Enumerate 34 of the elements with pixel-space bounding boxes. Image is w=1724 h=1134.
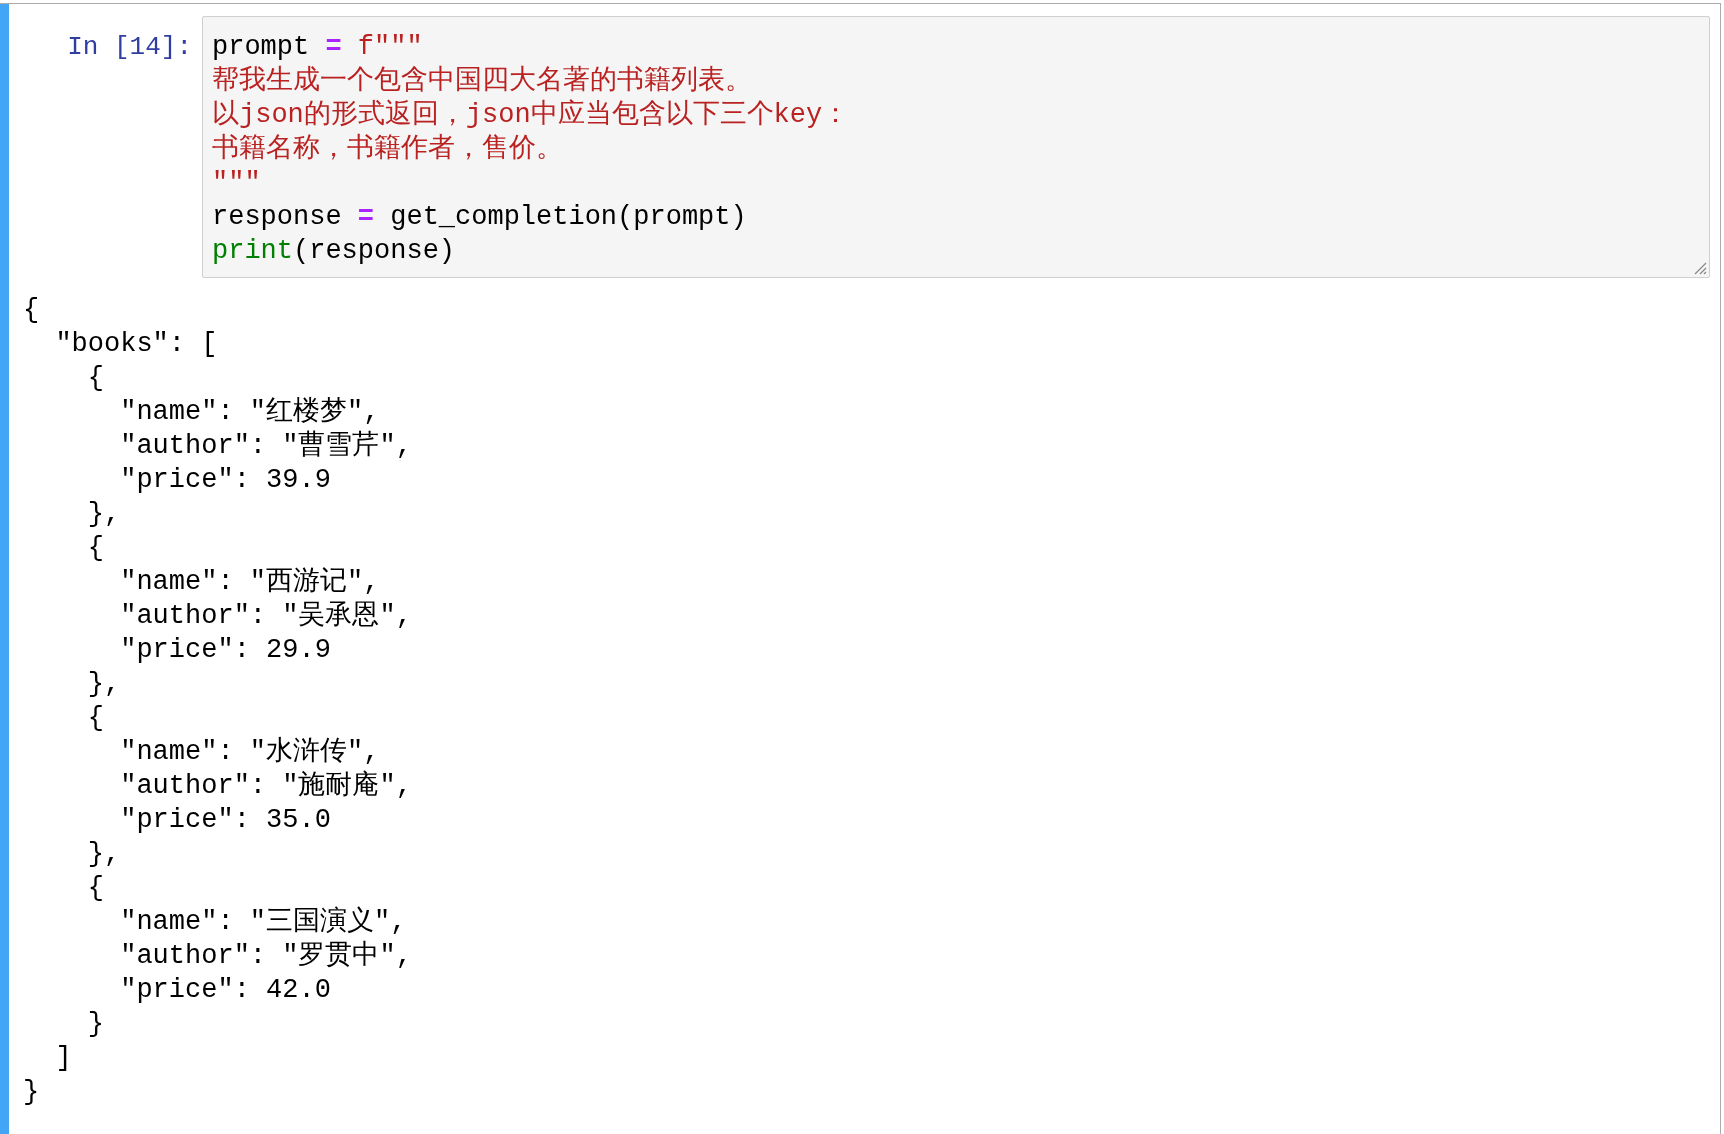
output-line: "price": 29.9 [119, 634, 332, 667]
output-line: { [86, 702, 105, 735]
output-line: "price": 39.9 [119, 464, 332, 497]
output-line: }, [86, 498, 122, 531]
output-line: "name": "三国演义", [119, 905, 408, 939]
code-line: response = get_completion(prompt) [212, 201, 748, 234]
output-line: "author": "罗贯中", [119, 939, 413, 973]
output-line: { [86, 362, 105, 395]
code-line: 帮我生成一个包含中国四大名著的书籍列表。 [212, 64, 753, 98]
code-line: """ [212, 167, 262, 200]
code-line: print(response) [212, 235, 457, 268]
output-line: } [86, 1008, 105, 1041]
output-line: }, [86, 838, 122, 871]
output-line: "price": 35.0 [119, 804, 332, 837]
output-line: "name": "西游记", [119, 566, 381, 599]
output-line: "author": "施耐庵", [119, 769, 413, 803]
output-line: "books": [ [54, 328, 219, 361]
output-line: "author": "曹雪芹", [119, 429, 413, 463]
code-editor[interactable]: prompt = f""" 帮我生成一个包含中国四大名著的书籍列表。 以json的形式返回，json中应当包含以下三个key： 书籍名称，书籍作者，售价。 """ response = get_completion(prompt) print(response) [202, 16, 1710, 278]
resize-handle-icon[interactable] [1693, 261, 1707, 275]
output-line: "name": "红楼梦", [119, 396, 381, 429]
output-line: { [86, 532, 105, 565]
output-line: { [23, 294, 41, 327]
output-line: "price": 42.0 [119, 974, 332, 1007]
output-line: { [86, 872, 105, 905]
code-line: prompt = f""" [212, 31, 424, 64]
output-line: ] [54, 1042, 73, 1075]
output-line: "name": "水浒传", [119, 736, 381, 769]
code-line: 书籍名称，书籍作者，售价。 [212, 132, 564, 166]
input-prompt: In [14]: [66, 31, 193, 64]
output-line: "author": "吴承恩", [119, 600, 413, 633]
output-line: } [23, 1076, 41, 1109]
output-line: }, [86, 668, 122, 701]
code-line: 以json的形式返回，json中应当包含以下三个key： [212, 98, 851, 132]
